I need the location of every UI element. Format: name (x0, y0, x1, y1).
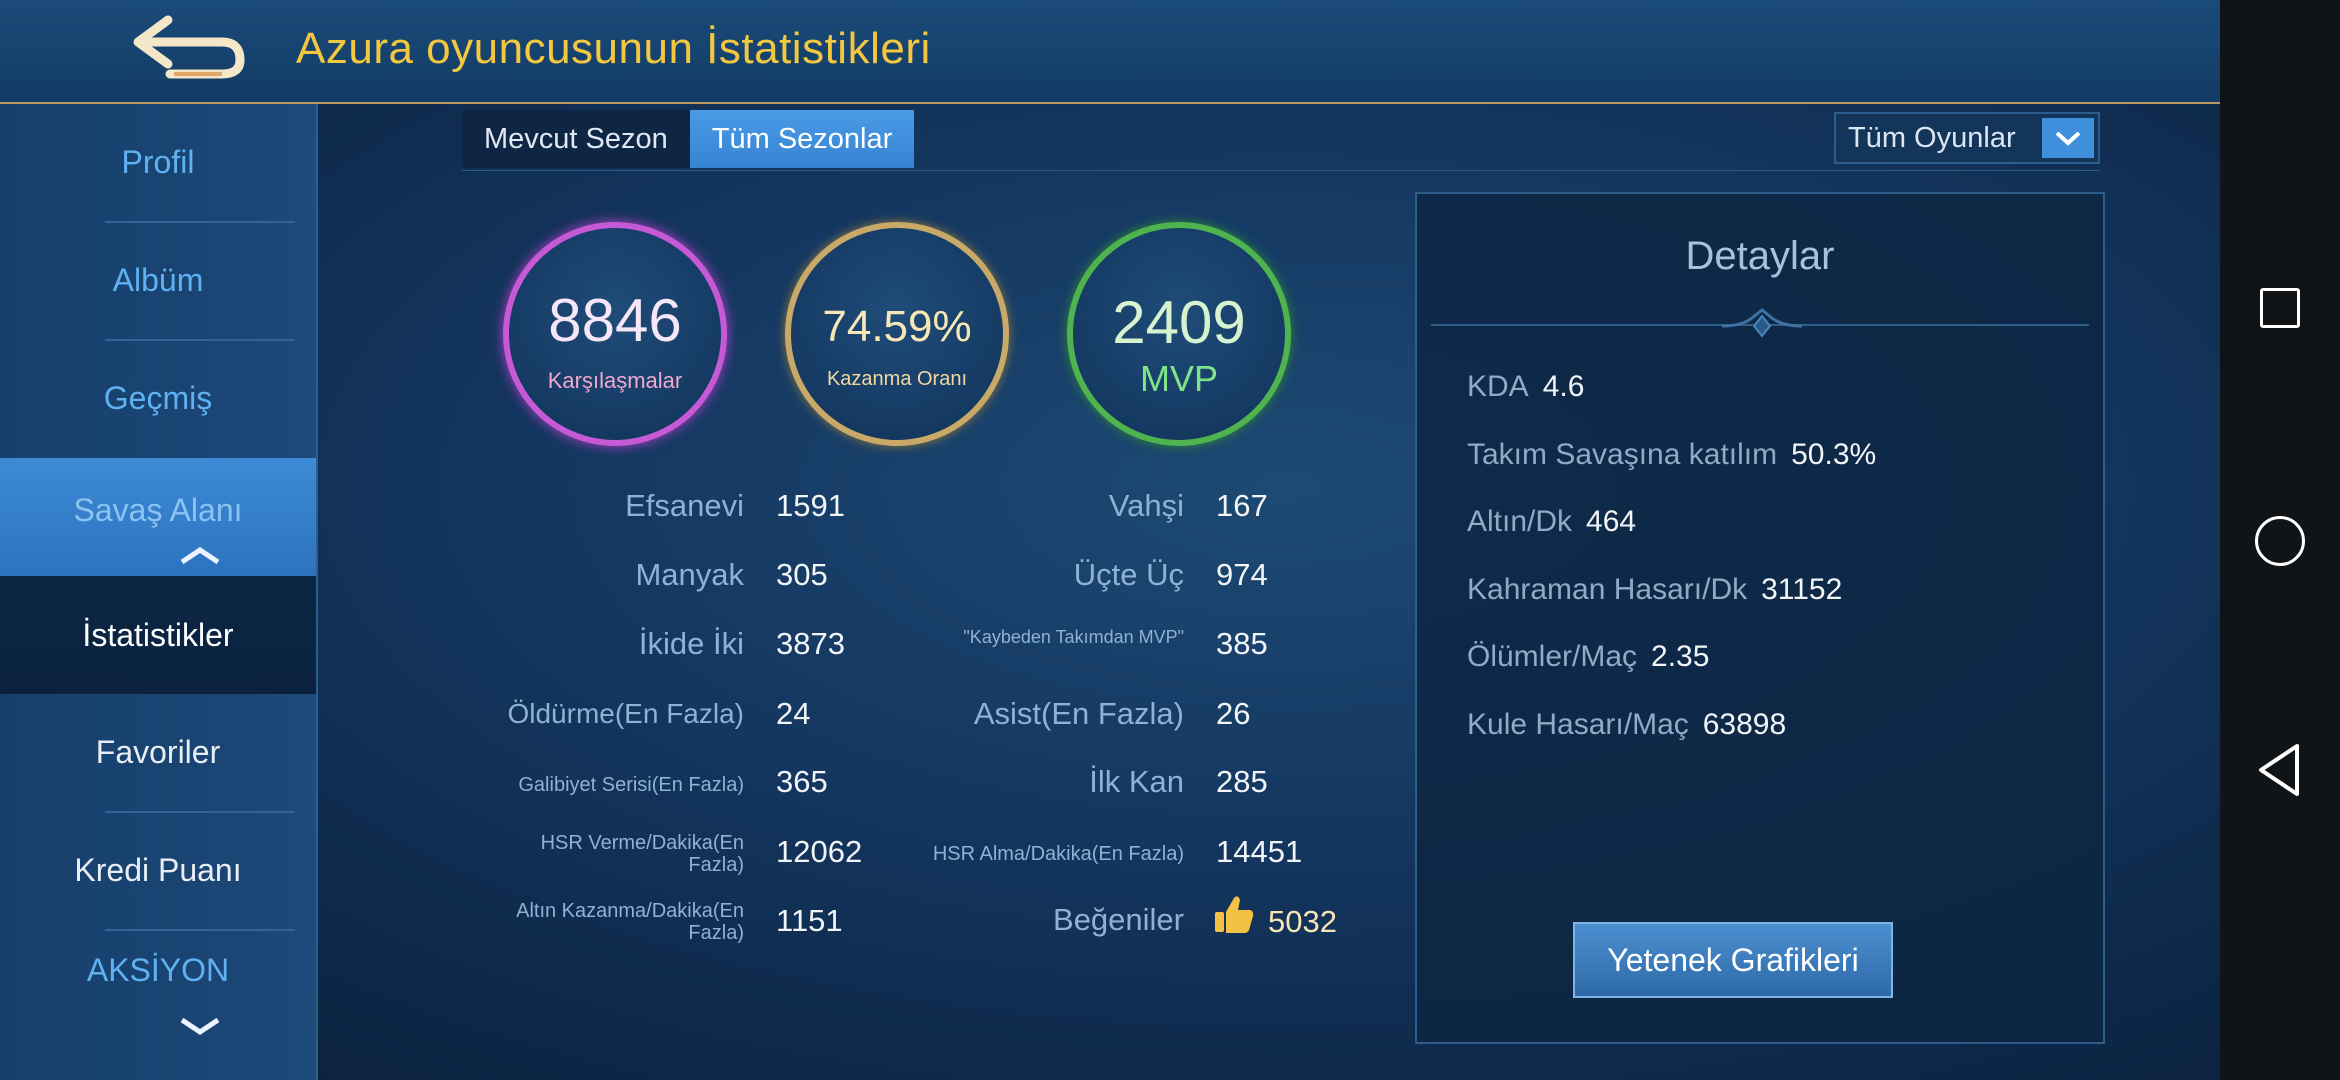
stat-value: 385 (1216, 626, 1268, 661)
page-title: Azurа oyuncusunun İstatistikleri (296, 24, 931, 73)
stat-label: Asist(En Fazla) (973, 696, 1184, 731)
stat-value: 3873 (776, 626, 845, 661)
stat-label: Efsanevi (625, 488, 744, 523)
back-button[interactable] (130, 12, 260, 82)
thumbs-up-icon (1215, 896, 1254, 933)
sidebar-item-label: İstatistikler (82, 616, 234, 653)
dropdown-label: Tüm Oyunlar (1848, 121, 2016, 154)
dropdown-toggle[interactable] (2042, 118, 2094, 158)
likes-count: 5032 (1268, 904, 1337, 939)
sidebar-group-savas-alani[interactable]: Savaş Alanı (0, 458, 316, 576)
sidebar-item-album[interactable]: Albüm (0, 222, 316, 339)
home-icon[interactable] (2255, 516, 2305, 566)
stat-value: 305 (776, 557, 828, 592)
tab-current-season[interactable]: Mevcut Sezon (462, 110, 690, 168)
detail-value: 31152 (1761, 573, 1843, 606)
sidebar-item-istatistikler[interactable]: İstatistikler (0, 576, 316, 694)
detail-value: 2.35 (1651, 640, 1710, 673)
stat-value: 12062 (776, 834, 863, 869)
stat-label: Öldürme(En Fazla) (507, 698, 744, 729)
sidebar-item-savas-alani[interactable]: Savaş Alanı (0, 458, 316, 562)
stat-value: 26 (1216, 696, 1251, 731)
matches-label: Karşılaşmalar (547, 368, 683, 393)
detail-value: 4.6 (1542, 370, 1585, 403)
winrate-value: 74.59% (822, 302, 972, 351)
stat-value: 24 (776, 696, 811, 731)
stat-label: Galibiyet Serisi(En Fazla) (518, 774, 744, 796)
stat-label: HSR Alma/Dakika(En Fazla) (932, 843, 1184, 865)
stat-value: 14451 (1216, 834, 1303, 869)
detail-row-deaths: Ölümler/Maç 2.35 (1467, 640, 1709, 674)
stat-value: 1591 (776, 488, 845, 523)
sidebar-item-favoriler[interactable]: Favoriler (0, 694, 316, 811)
stat-value: 974 (1216, 557, 1268, 592)
sidebar-item-profil[interactable]: Profil (0, 104, 316, 221)
stat-value: 167 (1216, 488, 1268, 523)
detail-label: KDA (1467, 370, 1529, 403)
detail-row-hero-damage: Kahraman Hasarı/Dk 31152 (1467, 573, 1842, 607)
stat-label: Vahşi (1108, 488, 1184, 523)
back-triangle-icon[interactable] (2255, 742, 2303, 798)
detail-label: Kahraman Hasarı/Dk (1467, 573, 1748, 606)
details-panel: Detaylar KDA 4.6 Takım Savaşına katılım 50… (1415, 192, 2105, 1044)
season-tabs: Mevcut Sezon Tüm Sezonlar (462, 110, 915, 168)
skill-charts-button[interactable]: Yetenek Grafikleri (1573, 922, 1893, 998)
detail-label: Takım Savaşına katılım (1467, 438, 1778, 471)
stat-label: Beğeniler (1053, 902, 1184, 937)
matches-value: 8846 (548, 287, 682, 354)
stat-value: 1151 (776, 903, 843, 938)
sidebar: Profil Albüm Geçmiş Savaş Alanı İstatist… (0, 104, 318, 1080)
stat-label: Manyak (635, 557, 744, 592)
mvp-badge: 2409 MVP (1067, 222, 1291, 446)
winrate-label: Kazanma Oranı (826, 368, 968, 390)
detail-row-teamfight: Takım Savaşına katılım 50.3% (1467, 438, 1876, 472)
detail-row-tower-damage: Kule Hasarı/Maç 63898 (1467, 708, 1786, 742)
detail-row-kda: KDA 4.6 (1467, 370, 1584, 404)
detail-value: 50.3% (1791, 438, 1877, 471)
detail-label: Ölümler/Maç (1467, 640, 1638, 673)
chevron-down-icon (2055, 131, 2081, 146)
stat-label: HSR Verme/Dakika(En Fazla) (540, 832, 744, 876)
winrate-badge: 74.59% Kazanma Oranı (785, 222, 1009, 446)
stat-label: Üçte Üç (1073, 557, 1184, 592)
stat-label: İlk Kan (1089, 764, 1184, 799)
sidebar-item-kredi-puani[interactable]: Kredi Puanı (0, 812, 316, 929)
ornament-icon (1722, 308, 1802, 338)
back-arrow-icon (133, 15, 245, 79)
detail-label: Kule Hasarı/Maç (1467, 708, 1689, 741)
stat-label: İkide İki (638, 626, 744, 661)
chevron-up-icon (180, 546, 220, 565)
details-title: Detaylar (1685, 234, 1835, 278)
stat-value: 285 (1216, 764, 1268, 799)
stat-label: Altın Kazanma/Dakika(En Fazla) (516, 900, 744, 944)
top-bar: Azurа oyuncusunun İstatistikleri (0, 0, 2220, 104)
matches-badge: 8846 Karşılaşmalar (503, 222, 727, 446)
detail-value: 63898 (1702, 708, 1787, 741)
mvp-value: 2409 (1112, 289, 1246, 356)
recents-icon[interactable] (2260, 288, 2300, 328)
detail-row-gold: Altın/Dk 464 (1467, 505, 1636, 539)
chevron-down-icon (180, 1017, 220, 1036)
sidebar-item-aksiyon[interactable]: AKSİYON (0, 930, 316, 1010)
stat-label: "Kaybeden Takımdan MVP" (963, 627, 1184, 647)
detail-label: Altın/Dk (1467, 505, 1573, 538)
mvp-label: MVP (1139, 358, 1218, 399)
stat-value: 365 (776, 764, 828, 799)
sidebar-item-gecmis[interactable]: Geçmiş (0, 340, 316, 457)
detail-value: 464 (1586, 505, 1637, 538)
tab-all-seasons[interactable]: Tüm Sezonlar (689, 110, 915, 168)
game-mode-dropdown[interactable]: Tüm Oyunlar (1834, 112, 2100, 164)
content-divider (462, 170, 2100, 171)
